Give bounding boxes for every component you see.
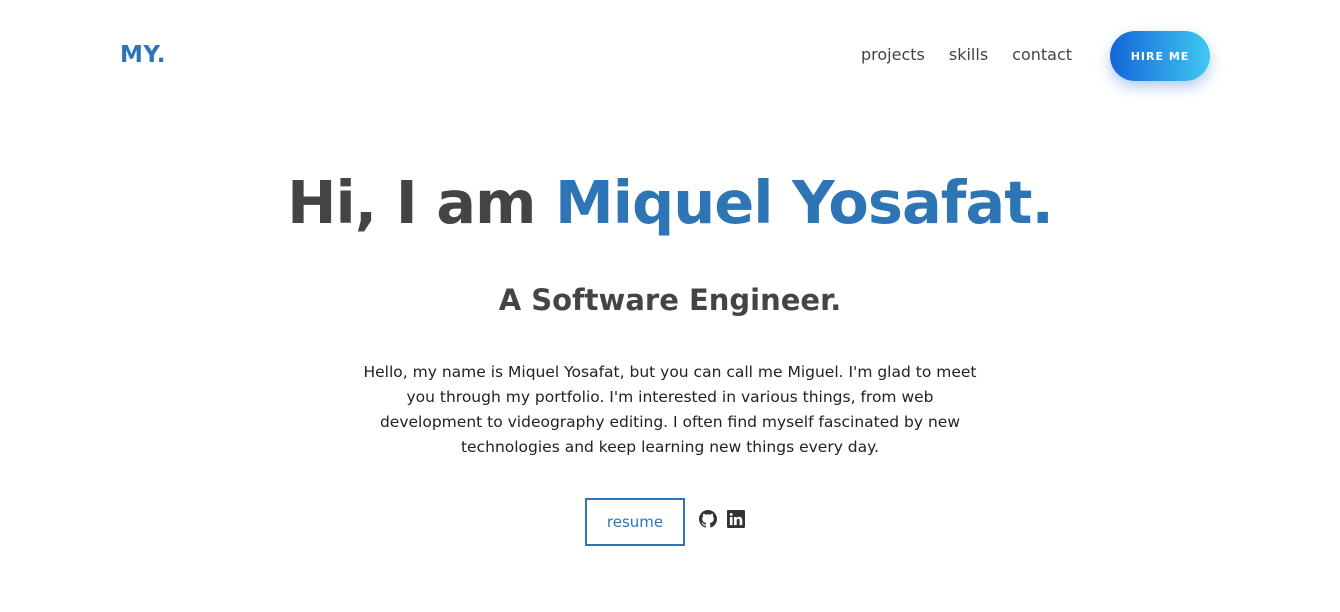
hero-name: Miquel Yosafat. xyxy=(555,168,1054,237)
hero-greeting: Hi, I am xyxy=(287,168,556,237)
hero-actions: resume xyxy=(585,498,745,546)
linkedin-icon[interactable] xyxy=(727,510,745,528)
resume-button[interactable]: resume xyxy=(585,498,685,546)
logo[interactable]: MY. xyxy=(120,42,166,68)
hire-me-button[interactable]: HIRE ME xyxy=(1110,31,1210,81)
nav-link-skills[interactable]: skills xyxy=(949,45,988,64)
nav-links: projects skills contact xyxy=(861,45,1072,64)
nav-link-contact[interactable]: contact xyxy=(1012,45,1072,64)
github-icon[interactable] xyxy=(699,510,717,528)
nav-link-projects[interactable]: projects xyxy=(861,45,925,64)
hero-subtitle: A Software Engineer. xyxy=(498,283,842,317)
hero-bio: Hello, my name is Miquel Yosafat, but yo… xyxy=(363,363,977,456)
navbar: MY. projects skills contact HIRE ME xyxy=(0,0,1340,112)
hero-title: Hi, I am Miquel Yosafat. xyxy=(0,168,1340,237)
